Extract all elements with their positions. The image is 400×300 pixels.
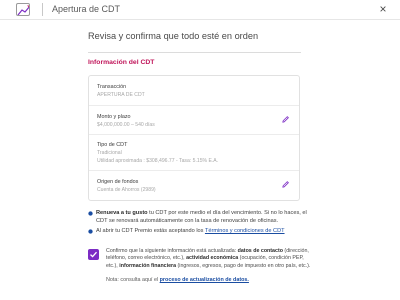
pencil-icon[interactable] [281,180,290,189]
page-title: Revisa y confirma que todo esté en orden [88,31,259,41]
chart-trend-icon [16,3,30,16]
info-icon [88,211,93,216]
row-value: APERTURA DE CDT [97,92,145,98]
confirm-checkbox[interactable] [88,249,99,260]
summary-row-type: Tipo de CDT Tradicional Utilidad aproxim… [89,134,299,170]
row-value: $4,000,000.00 – 540 días [97,122,155,128]
row-label: Origen de fondos [97,179,139,185]
confirm-bold-financial: información financiera [119,262,177,269]
app-header: Apertura de CDT × [0,0,400,20]
terms-text: Al abrir tu CDT Premio estás aceptando l… [96,228,205,234]
row-value: Cuenta de Ahorros (2989) [97,187,156,193]
row-label: Transacción [97,84,127,90]
confirm-bold-activity: actividad económica [186,255,239,262]
pencil-icon[interactable] [281,115,290,124]
summary-row-funds: Origen de fondos Cuenta de Ahorros (2989… [89,170,299,200]
close-icon[interactable]: × [376,2,390,16]
summary-row-amount: Monto y plazo $4,000,000.00 – 540 días [89,105,299,134]
cdt-summary-card: Transacción APERTURA DE CDT Monto y plaz… [88,75,300,201]
row-label: Tipo de CDT [97,142,128,148]
confirm-text-part: Confirmo que la siguiente información es… [106,248,238,254]
confirm-text-part: (ingresos, egresos, pago de impuesto en … [176,262,311,269]
heading-divider [88,52,301,53]
check-icon [90,251,97,258]
header-title: Apertura de CDT [52,4,121,14]
header-divider [42,3,43,16]
confirm-text: Confirmo que la siguiente información es… [106,248,314,270]
update-process-link[interactable]: proceso de actualización de datos. [160,277,249,283]
info-icon [88,229,93,234]
row-label: Monto y plazo [97,114,131,120]
terms-link[interactable]: Términos y condiciones de CDT [205,228,285,234]
renewal-note: Renueva a tu gusto tu CDT por este medio… [88,210,308,225]
confirm-bold-contact: datos de contacto [237,248,283,254]
summary-row-transaction: Transacción APERTURA DE CDT [89,76,299,105]
terms-note: Al abrir tu CDT Premio estás aceptando l… [88,228,308,236]
row-value-secondary: Utilidad aproximada : $308,496.77 - Tasa… [97,158,219,164]
update-data-note: Nota: consulta aquí el proceso de actual… [106,277,249,283]
nota-text: Nota: consulta aquí el [106,277,160,283]
row-value: Tradicional [97,150,122,156]
renewal-bold: Renueva a tu gusto [96,210,148,216]
section-title: Información del CDT [88,59,155,66]
